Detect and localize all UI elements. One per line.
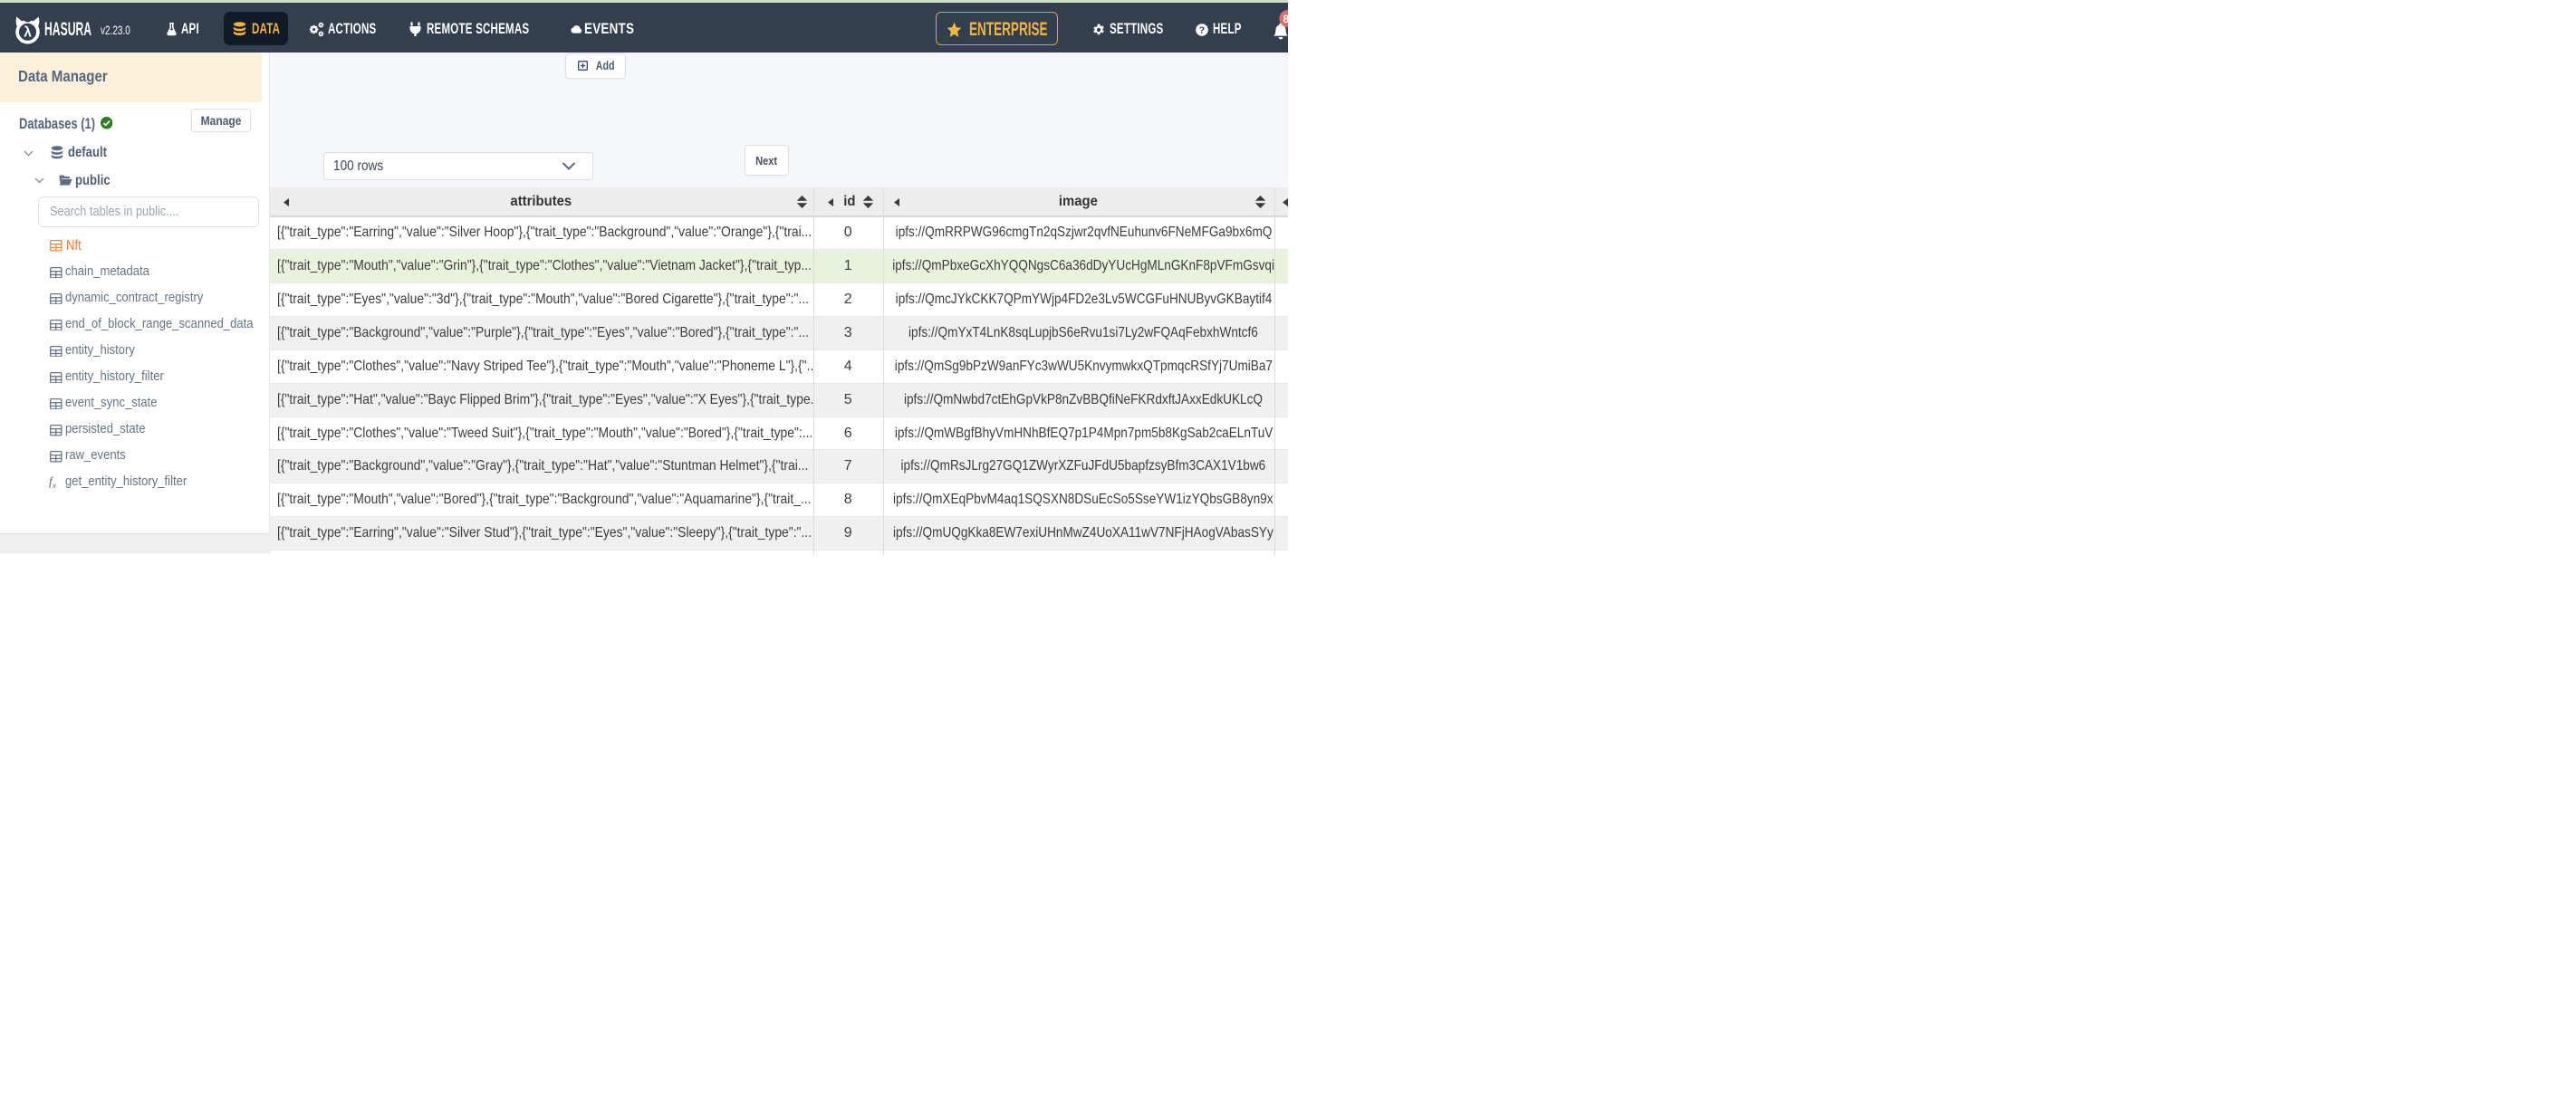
svg-text:?: ?: [1199, 24, 1205, 35]
svg-text:8: 8: [1283, 12, 1288, 24]
svg-text:λ: λ: [24, 24, 32, 40]
